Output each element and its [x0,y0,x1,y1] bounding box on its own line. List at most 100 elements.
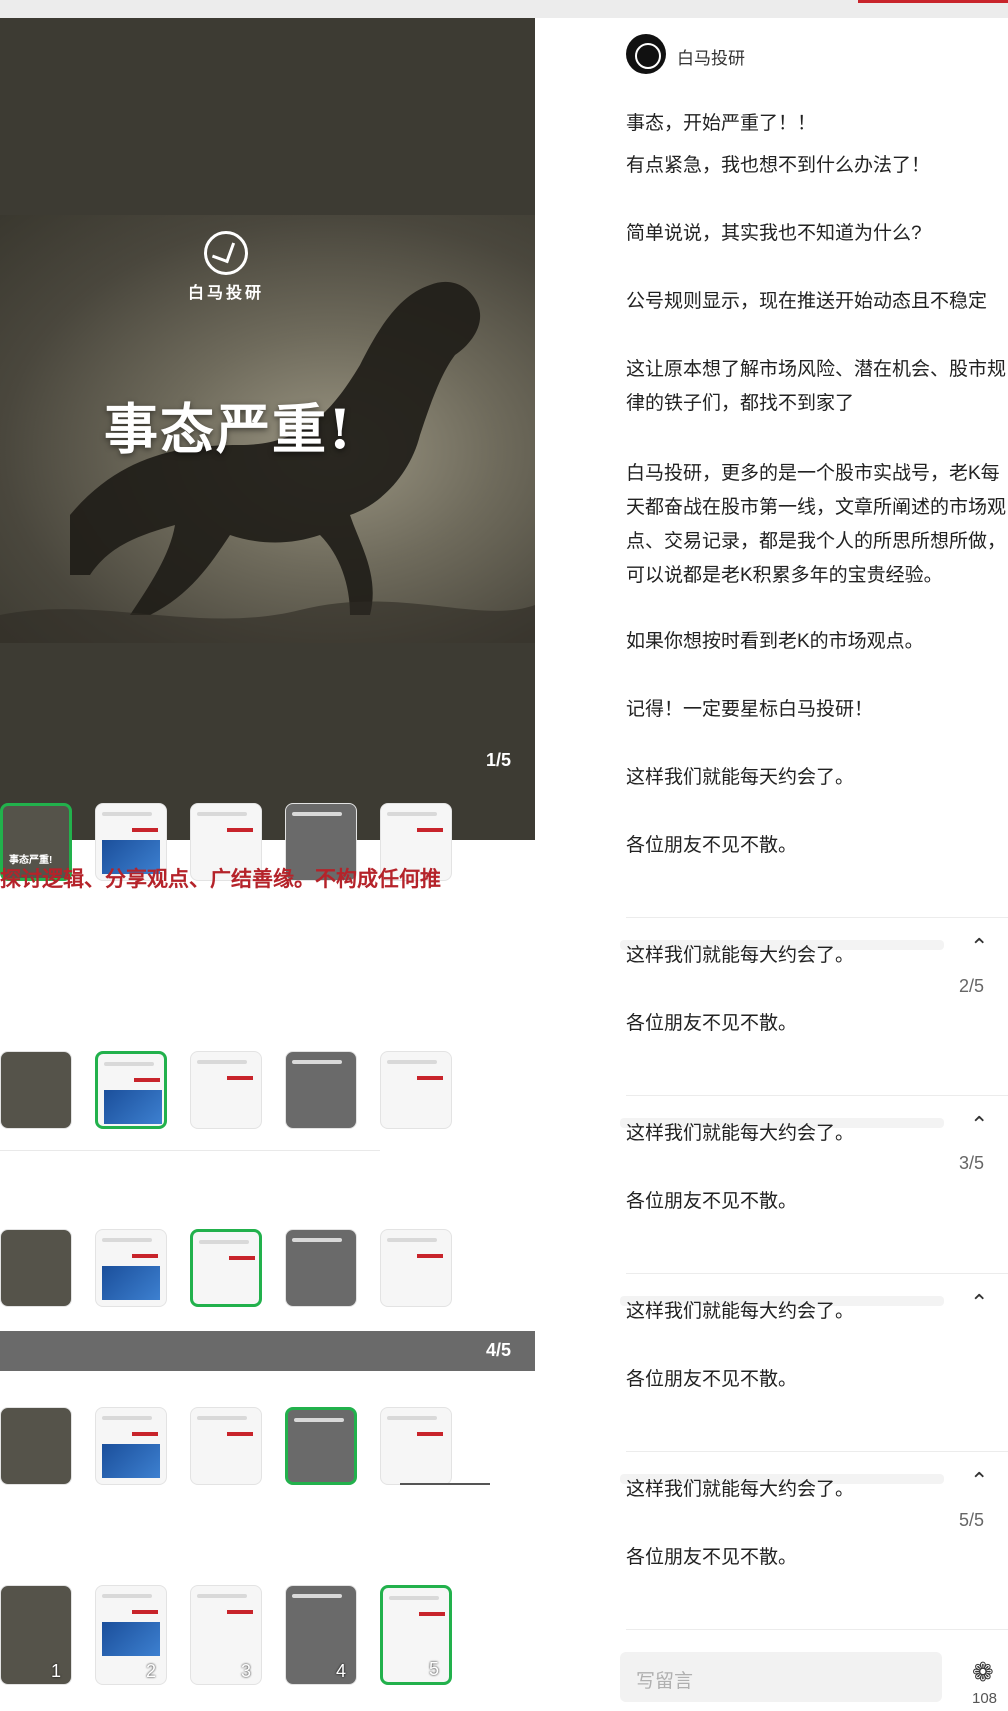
article-paragraph: 有点紧急，我也想不到什么办法了！ [626,155,931,176]
thumbnail-strip [0,1229,535,1307]
thumbnail-5[interactable] [380,1407,452,1485]
handle-bar [400,1483,490,1485]
article-paragraph: 这让原本想了解市场风险、潜在机会、股市规 [626,359,1007,380]
repeat-paragraph: 这样我们就能每大约会了。 [626,1123,855,1144]
thumbnail-3[interactable] [190,1229,262,1307]
thumbnail-strip [0,1051,535,1129]
thumbnail-red-label [227,828,253,832]
thumbnail-4[interactable]: 4 [285,1585,357,1685]
thumbnail-bar [292,1238,342,1242]
thumbnail-bar [292,812,342,816]
repeat-paragraph: 各位朋友不见不散。 [626,1547,798,1568]
thumbnail-strip [0,1407,535,1485]
thumbnail-5[interactable] [380,1229,452,1307]
thumbnail-red-label [227,1432,253,1436]
page-band: 4/5 [0,1331,535,1371]
page-indicator-4: 4/5 [485,1340,511,1360]
thumbnail-bar [292,1060,342,1064]
article-paragraph: 可以说都是老K积累多年的宝贵经验。 [626,565,943,586]
like-icon[interactable]: ❁ [972,1657,994,1688]
article-paragraph: 天都奋战在股市第一线，文章所阐述的市场观 [626,497,1007,518]
top-bar [0,0,1008,18]
thumbnail-1[interactable] [0,1407,72,1485]
article-paragraph: 点、交易记录，都是我个人的所思所想所做， [626,531,1007,552]
repeat-paragraph: 这样我们就能每大约会了。 [626,1479,855,1500]
thumbnail-strip: 1 2 3 4 5 [0,1585,535,1685]
thumbnail-bar [294,1418,344,1422]
repeat-paragraph: 各位朋友不见不散。 [626,1013,798,1034]
divider [0,1150,380,1151]
hero-image: 白马投研 事态严重! [0,215,535,643]
thumbnail-bar [387,1416,437,1420]
repeat-paragraph: 各位朋友不见不散。 [626,1191,798,1212]
article-paragraph: 白马投研，更多的是一个股市实战号，老K每 [626,463,1000,484]
thumbnail-2[interactable] [95,1407,167,1485]
article-paragraph: 公号规则显示，现在推送开始动态且不稳定 [626,291,988,312]
thumbnail-5[interactable] [380,1051,452,1129]
thumbnail-2[interactable] [95,1229,167,1307]
image-counter: 1/5 [485,750,511,770]
thumbnail-4[interactable] [285,1229,357,1307]
thumbnail-bar [197,1594,247,1598]
thumbnail-1[interactable] [0,1229,72,1307]
thumbnail-2[interactable]: 2 [95,1585,167,1685]
thumbnail-bar [102,1594,152,1598]
thumbnail-bar [197,1416,247,1420]
page-indicator-2: 2/5 [958,976,984,996]
thumbnail-red-label [417,1432,443,1436]
thumbnail-3[interactable] [190,1051,262,1129]
thumbnail-red-label [229,1256,255,1260]
article-paragraph: 律的铁子们，都找不到家了 [626,393,855,414]
thumbnail-bar [387,1060,437,1064]
hero-title: 事态严重! [104,397,354,461]
horse-logo-icon [204,231,248,275]
thumbnail-bar [387,812,437,816]
thumbnail-5[interactable]: 5 [380,1585,452,1685]
hero-brand: 白马投研 [187,283,264,302]
thumbnail-red-label [227,1610,253,1614]
comment-input[interactable]: 写留言 [620,1652,942,1702]
article-paragraph: 各位朋友不见不散。 [626,835,798,856]
thumbnail-bar [199,1240,249,1244]
like-count: 108 [972,1690,998,1707]
divider [626,1629,1008,1630]
thumbnail-chart [102,1444,160,1478]
thumbnail-number: 4 [335,1661,346,1681]
author-name[interactable]: 白马投研 [677,44,745,69]
thumbnail-red-label [134,1078,160,1082]
divider [626,1095,1008,1096]
thumbnail-bar [387,1238,437,1242]
thumbnail-red-label [419,1612,445,1616]
article-paragraph: 记得！一定要星标白马投研！ [626,699,874,720]
thumbnail-3[interactable]: 3 [190,1585,262,1685]
thumbnail-1[interactable] [0,1051,72,1129]
thumbnail-2[interactable] [95,1051,167,1129]
thumbnail-chart [102,1266,160,1300]
thumbnail-number: 2 [145,1661,156,1681]
thumbnail-number: 5 [428,1659,439,1679]
thumbnail-red-label [417,828,443,832]
thumbnail-red-label [132,1432,158,1436]
image-viewer[interactable]: 白马投研 事态严重! 1/5 [0,18,535,840]
thumbnail-red-label [417,1254,443,1258]
article-paragraph: 如果你想按时看到老K的市场观点。 [626,631,924,652]
avatar[interactable] [626,34,666,74]
thumbnail-bar [104,1062,154,1066]
divider [626,917,1008,918]
thumbnail-red-label [132,1610,158,1614]
thumbnail-red-label [227,1076,253,1080]
repeat-paragraph: 这样我们就能每大约会了。 [626,945,855,966]
thumbnail-bar [389,1596,439,1600]
divider [626,1273,1008,1274]
thumbnail-3[interactable] [190,1407,262,1485]
repeat-paragraph: 各位朋友不见不散。 [626,1369,798,1390]
thumbnail-4[interactable] [285,1407,357,1485]
article-paragraph: 简单说说，其实我也不知道为什么? [626,223,922,244]
thumbnail-1[interactable]: 1 [0,1585,72,1685]
thumbnail-red-label [417,1076,443,1080]
thumbnail-number: 1 [50,1661,61,1681]
thumbnail-bar [197,1060,247,1064]
repeat-paragraph: 这样我们就能每大约会了。 [626,1301,855,1322]
thumbnail-chart [104,1090,162,1124]
thumbnail-4[interactable] [285,1051,357,1129]
